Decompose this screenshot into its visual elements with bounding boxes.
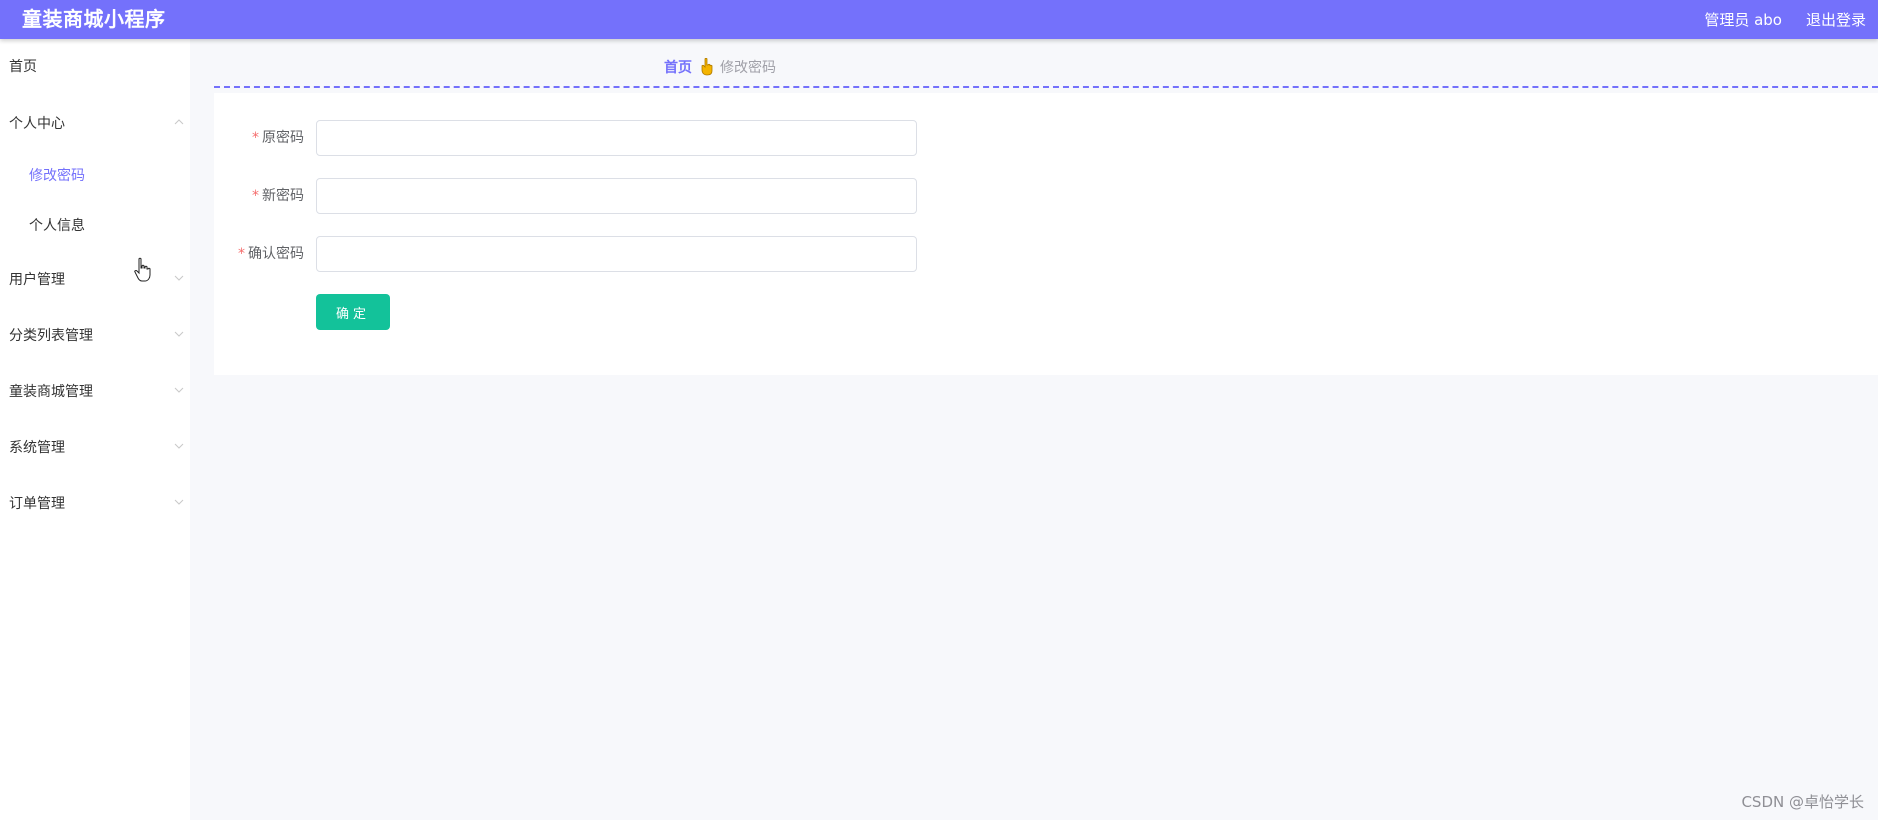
sidebar-item-category-management[interactable]: 分类列表管理 — [0, 315, 190, 355]
watermark: CSDN @卓怡学长 — [1741, 793, 1864, 811]
chevron-down-icon — [174, 387, 184, 393]
hand-icon — [700, 58, 714, 76]
new-password-label: * 新密码 — [252, 188, 304, 204]
required-mark: * — [252, 130, 259, 146]
sidebar-item-label: 个人中心 — [9, 116, 65, 132]
chevron-up-icon — [174, 119, 184, 125]
top-header: 童装商城小程序 管理员 abo 退出登录 — [0, 0, 1878, 39]
submenu-item-label: 个人信息 — [29, 218, 85, 234]
sidebar-item-personal-center[interactable]: 个人中心 — [0, 103, 190, 143]
app-title: 童装商城小程序 — [22, 7, 166, 31]
sidebar-item-label: 首页 — [9, 59, 37, 75]
sidebar: 首页 个人中心 修改密码 个人信息 用户管理 分类列表管理 童装商城管理 系统管… — [0, 39, 190, 820]
sidebar-item-label: 系统管理 — [9, 440, 65, 456]
sidebar-item-mall-management[interactable]: 童装商城管理 — [0, 371, 190, 411]
chevron-down-icon — [174, 331, 184, 337]
new-password-input[interactable] — [316, 178, 917, 214]
sidebar-item-home[interactable]: 首页 — [0, 46, 190, 86]
change-password-form: * 原密码 * 新密码 * 确认密码 确定 — [214, 93, 1878, 375]
breadcrumb-divider — [214, 86, 1878, 88]
sidebar-item-order-management[interactable]: 订单管理 — [0, 483, 190, 523]
chevron-down-icon — [174, 443, 184, 449]
required-mark: * — [238, 246, 245, 262]
header-right: 管理员 abo 退出登录 — [1704, 0, 1866, 39]
submit-button[interactable]: 确定 — [316, 294, 390, 330]
breadcrumb: 首页 修改密码 — [664, 57, 776, 77]
sidebar-item-label: 分类列表管理 — [9, 328, 93, 344]
hand-cursor-icon — [134, 257, 151, 282]
required-mark: * — [252, 188, 259, 204]
old-password-label: * 原密码 — [252, 130, 304, 146]
confirm-password-label: * 确认密码 — [238, 246, 304, 262]
chevron-down-icon — [174, 499, 184, 505]
submenu-item-change-password[interactable]: 修改密码 — [0, 157, 190, 193]
old-password-input[interactable] — [316, 120, 917, 156]
sidebar-item-label: 童装商城管理 — [9, 384, 93, 400]
submenu-item-personal-info[interactable]: 个人信息 — [0, 207, 190, 243]
sidebar-item-label: 用户管理 — [9, 272, 65, 288]
confirm-password-input[interactable] — [316, 236, 917, 272]
form-row-new-password: * 新密码 — [214, 178, 1878, 214]
sidebar-item-system-management[interactable]: 系统管理 — [0, 427, 190, 467]
submenu-item-label: 修改密码 — [29, 168, 85, 184]
sidebar-item-user-management[interactable]: 用户管理 — [0, 259, 190, 299]
chevron-down-icon — [174, 275, 184, 281]
breadcrumb-home-link[interactable]: 首页 — [664, 57, 692, 77]
sidebar-item-label: 订单管理 — [9, 496, 65, 512]
form-row-confirm-password: * 确认密码 — [214, 236, 1878, 272]
logout-link[interactable]: 退出登录 — [1806, 9, 1866, 30]
form-row-old-password: * 原密码 — [214, 120, 1878, 156]
admin-username: 管理员 abo — [1704, 11, 1782, 29]
breadcrumb-current: 修改密码 — [720, 60, 776, 76]
